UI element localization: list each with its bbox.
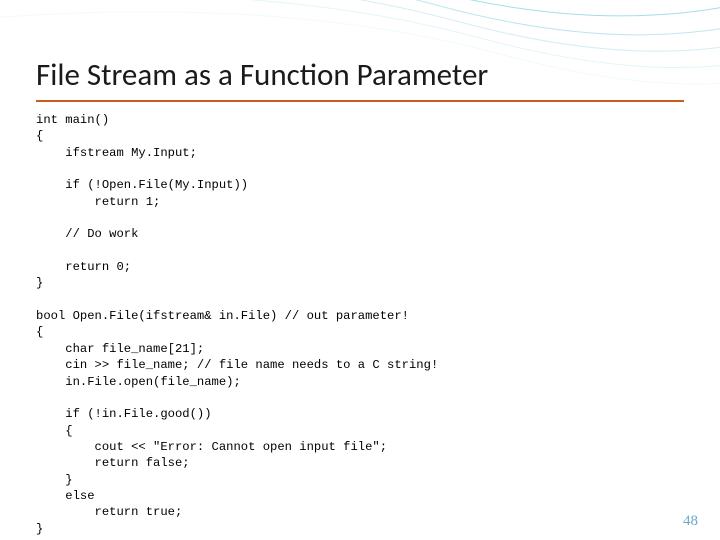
slide-title: File Stream as a Function Parameter bbox=[36, 56, 684, 94]
code-block: int main() { ifstream My.Input; if (!Ope… bbox=[36, 112, 684, 537]
page-number: 48 bbox=[683, 513, 698, 530]
title-underline bbox=[36, 100, 684, 102]
